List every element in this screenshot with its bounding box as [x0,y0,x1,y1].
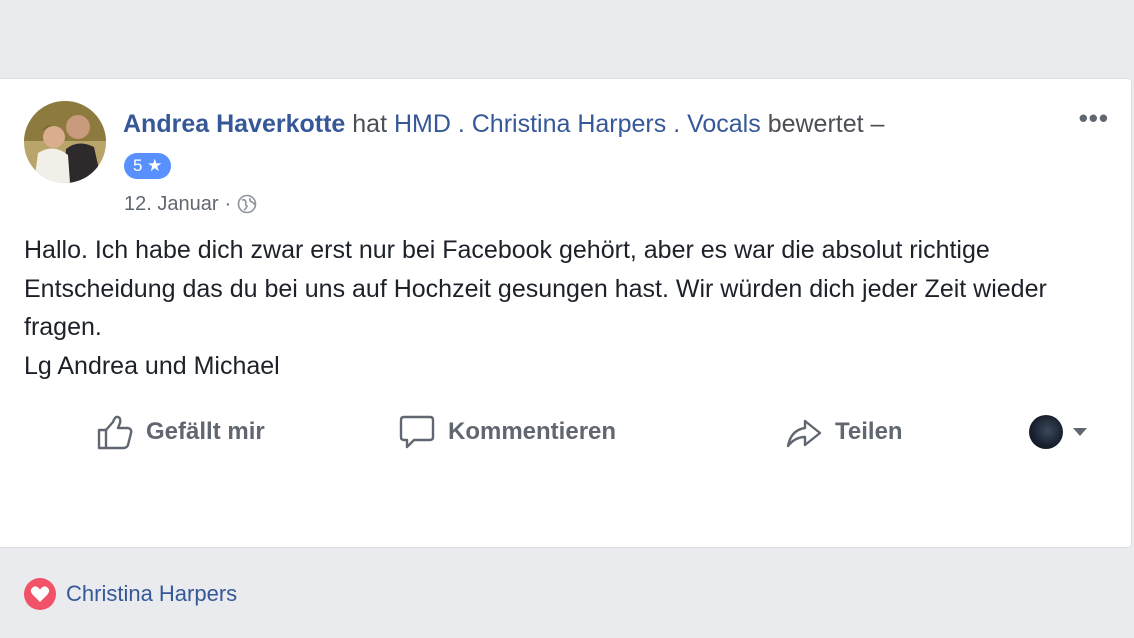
chevron-down-icon [1073,428,1087,436]
globe-icon[interactable] [237,194,257,214]
comment-button[interactable]: Kommentieren [398,409,616,455]
page-avatar [1029,415,1063,449]
action-text: hat [345,110,394,138]
post-date-link[interactable]: 12. Januar [124,192,219,216]
post-header: Andrea Haverkotte hat HMD . Christina Ha… [123,109,884,139]
more-options-button[interactable]: ••• [1079,105,1109,131]
post-meta: 12. Januar · [124,192,257,216]
rating-badge: 5 ★ [124,153,172,179]
post-body: Hallo. Ich habe dich zwar erst nur bei F… [24,236,1047,380]
reaction-user-link[interactable]: Christina Harpers [66,581,237,607]
audience-selector[interactable] [1029,415,1089,449]
like-label: Gefällt mir [146,418,265,445]
reaction-summary: Christina Harpers [24,578,237,610]
page-name-link[interactable]: HMD . Christina Harpers . Vocals [394,110,761,138]
heart-icon [24,578,56,610]
like-button[interactable]: Gefällt mir [96,409,265,455]
share-icon [786,419,822,448]
post-card: Andrea Haverkotte hat HMD . Christina Ha… [0,78,1132,610]
author-avatar[interactable] [24,101,106,183]
meta-separator: · [224,193,232,215]
action-suffix: bewertet – [760,110,885,138]
share-button[interactable]: Teilen [785,409,903,455]
author-name-link[interactable]: Andrea Haverkotte [123,110,345,138]
thumbs-up-icon [97,415,133,450]
comment-icon [399,415,435,449]
comment-label: Kommentieren [448,418,617,445]
share-label: Teilen [835,418,903,445]
